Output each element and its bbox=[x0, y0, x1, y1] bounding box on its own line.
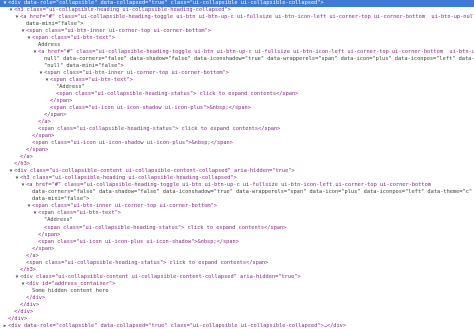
dom-tree-row[interactable]: <span class="ui-collapsible-heading-stat… bbox=[0, 126, 474, 133]
dom-tree-row[interactable]: data-corners="false" data-shadow="false"… bbox=[0, 189, 474, 196]
dom-node-text: <span class="ui-collapsible-heading-stat… bbox=[26, 259, 269, 266]
dom-tree-row[interactable]: ▼ <a href="#" class="ui-collapsible-headi… bbox=[0, 182, 474, 189]
dom-node-text: <div data-role="collapsible" data-collap… bbox=[8, 0, 324, 6]
dom-node-text: data-mini="false"> bbox=[26, 21, 84, 28]
dom-tree-row[interactable]: Some hidden content here bbox=[0, 288, 474, 295]
dom-node-text: <a href="#" class="ui-collapsible-headin… bbox=[38, 49, 474, 56]
dom-tree-row[interactable]: </span> bbox=[0, 147, 474, 154]
dom-node-text: </h3> bbox=[20, 266, 36, 273]
dom-node-text: <span class="ui-icon ui-icon-shadow ui-i… bbox=[50, 105, 251, 112]
dom-node-text: <div data-role="collapsible" data-collap… bbox=[8, 322, 347, 329]
dom-tree-row[interactable]: ▼ <a href="#" class="ui-collapsible-headi… bbox=[0, 14, 474, 21]
dom-tree-row[interactable]: ▼ <div id="address_container"> bbox=[0, 281, 474, 288]
dom-node-text: <h3 class="ui-collapsible-heading ui-col… bbox=[20, 175, 237, 182]
dom-node-text: <span class="ui-collapsible-heading-stat… bbox=[56, 91, 299, 98]
dom-node-text: </span> bbox=[32, 245, 55, 252]
dom-tree-row[interactable]: </div> bbox=[0, 309, 474, 316]
dom-tree-row[interactable]: </span> bbox=[0, 246, 474, 253]
dom-node-text: <span class="ui-collapsible-heading-stat… bbox=[44, 224, 287, 231]
dom-tree-row[interactable]: <span class="ui-icon ui-icon-shadow ui-i… bbox=[0, 140, 474, 147]
dom-tree-row[interactable]: </a> bbox=[0, 253, 474, 260]
dom-tree-row[interactable]: Address bbox=[0, 42, 474, 49]
dom-tree-row[interactable]: ▼ <span class="ui-btn-inner ui-corner-top… bbox=[0, 28, 474, 35]
dom-node-text: <div class="ui-collapsible-content ui-co… bbox=[20, 273, 301, 280]
dom-tree-row[interactable]: "Address" bbox=[0, 217, 474, 224]
dom-tree-row[interactable]: ▼ <span class="ui-btn-text"> bbox=[0, 77, 474, 84]
dom-tree-row[interactable]: "null" data-mini="false"> bbox=[0, 63, 474, 70]
dom-node-text: </span> bbox=[38, 231, 61, 238]
dom-node-text: Address bbox=[38, 42, 61, 49]
dom-node-text: </div> bbox=[8, 315, 28, 322]
dom-node-text: <span class="ui-collapsible-heading-stat… bbox=[38, 126, 281, 133]
dom-node-text: <h3 class="ui-collapsible-heading ui-col… bbox=[14, 7, 231, 14]
dom-node-text: <span class="ui-btn-text"> bbox=[38, 210, 121, 217]
dom-node-text: data-mini="false"> bbox=[32, 196, 90, 203]
dom-tree-row[interactable]: <span class="ui-collapsible-heading-stat… bbox=[0, 260, 474, 267]
dom-node-text: </span> bbox=[26, 147, 49, 154]
dom-node-text: <span class="ui-btn-text"> bbox=[32, 35, 115, 42]
dom-node-text: <div id="address_container"> bbox=[26, 280, 116, 287]
dom-tree-row[interactable]: <span class="ui-icon ui-icon-plus ui-ico… bbox=[0, 239, 474, 246]
dom-node-text: data-corners="false" data-shadow="false"… bbox=[32, 189, 473, 196]
dom-tree-row[interactable]: </h3> bbox=[0, 267, 474, 274]
dom-tree-row[interactable]: </h3> bbox=[0, 161, 474, 168]
dom-tree-row[interactable]: <span class="ui-icon ui-icon-shadow ui-i… bbox=[0, 105, 474, 112]
dom-tree-row[interactable]: ▼ <span class="ui-btn-inner ui-corner-top… bbox=[0, 70, 474, 77]
dom-tree-row[interactable]: </div> bbox=[0, 316, 474, 323]
dom-node-text: <a href="#" class="ui-collapsible-headin… bbox=[20, 14, 474, 21]
dom-tree-row[interactable]: </span> bbox=[0, 232, 474, 239]
dom-node-text: "Address" bbox=[56, 84, 85, 91]
dom-node-text: </div> bbox=[14, 308, 34, 315]
dom-tree-row[interactable]: </a> bbox=[0, 154, 474, 161]
dom-node-text: "null" data-mini="false"> bbox=[44, 63, 124, 70]
dom-tree-row[interactable]: ▼ <div class="ui-collapsible-content ui-c… bbox=[0, 274, 474, 281]
dom-tree-row[interactable]: <span class="ui-collapsible-heading-stat… bbox=[0, 91, 474, 98]
dom-node-text: </a> bbox=[38, 119, 51, 126]
dom-tree-row[interactable]: null" data-corners="false" data-shadow="… bbox=[0, 56, 474, 63]
dom-node-text: </a> bbox=[20, 154, 33, 161]
dom-tree-row[interactable]: ▼ <a href="#" class="ui-collapsible-headi… bbox=[0, 49, 474, 56]
dom-tree-row[interactable]: "Address" bbox=[0, 84, 474, 91]
dom-node-text: <div class="ui-collapsible-content ui-co… bbox=[14, 168, 295, 175]
dom-tree-row[interactable]: </a> bbox=[0, 119, 474, 126]
dom-node-text: </span> bbox=[50, 98, 73, 105]
dom-node-text: null" data-corners="false" data-shadow="… bbox=[44, 56, 474, 63]
dom-tree-row-selected[interactable]: ▼ <div data-role="collapsible" data-colla… bbox=[0, 0, 474, 8]
dom-tree-row[interactable]: ▼ <span class="ui-btn-inner ui-corner-top… bbox=[0, 203, 474, 210]
dom-tree-row[interactable]: ▼ <h3 class="ui-collapsible-heading ui-co… bbox=[0, 175, 474, 182]
dom-node-text: </span> bbox=[44, 112, 67, 119]
dom-inspector-panel[interactable]: ▼ <div data-role="collapsible" data-colla… bbox=[0, 0, 474, 329]
dom-tree-row[interactable]: </div> bbox=[0, 295, 474, 302]
dom-node-text: <span class="ui-btn-inner ui-corner-top … bbox=[32, 203, 217, 210]
dom-node-text: <a href="#" class="ui-collapsible-headin… bbox=[26, 182, 432, 189]
dom-tree-row[interactable]: </span> bbox=[0, 133, 474, 140]
dom-tree-row[interactable]: </div> bbox=[0, 302, 474, 309]
dom-node-text: <span class="ui-icon ui-icon-plus ui-ico… bbox=[38, 238, 239, 245]
dom-tree-row[interactable]: ▼ <h3 class="ui-collapsible-heading ui-co… bbox=[0, 7, 474, 14]
dom-tree-row[interactable]: ▼ <span class="ui-btn-text"> bbox=[0, 210, 474, 217]
dom-node-text: "Address" bbox=[44, 217, 73, 224]
dom-node-text: <span class="ui-btn-text"> bbox=[50, 77, 133, 84]
dom-tree-row[interactable]: ▶ <div data-role="collapsible" data-colla… bbox=[0, 323, 474, 329]
dom-node-text: </span> bbox=[32, 133, 55, 140]
dom-node-text: <span class="ui-btn-inner ui-corner-top … bbox=[44, 70, 229, 77]
dom-node-text: </a> bbox=[26, 252, 39, 259]
dom-tree-row[interactable]: data-mini="false"> bbox=[0, 196, 474, 203]
dom-node-text: </h3> bbox=[14, 161, 30, 168]
dom-tree-row[interactable]: </span> bbox=[0, 98, 474, 105]
dom-node-text: Some hidden content here bbox=[32, 287, 109, 294]
dom-tree-row[interactable]: ▼ <div class="ui-collapsible-content ui-c… bbox=[0, 168, 474, 175]
dom-node-text: <span class="ui-icon ui-icon-shadow ui-i… bbox=[32, 140, 233, 147]
dom-tree-row[interactable]: data-mini="false"> bbox=[0, 21, 474, 28]
dom-tree-row[interactable]: </span> bbox=[0, 112, 474, 119]
dom-node-text: <span class="ui-btn-inner ui-corner-top … bbox=[26, 28, 211, 35]
dom-tree-row[interactable]: ▼ <span class="ui-btn-text"> bbox=[0, 35, 474, 42]
dom-node-text: </div> bbox=[26, 294, 46, 301]
dom-tree-row[interactable]: <span class="ui-collapsible-heading-stat… bbox=[0, 225, 474, 232]
dom-node-text: </div> bbox=[20, 301, 40, 308]
